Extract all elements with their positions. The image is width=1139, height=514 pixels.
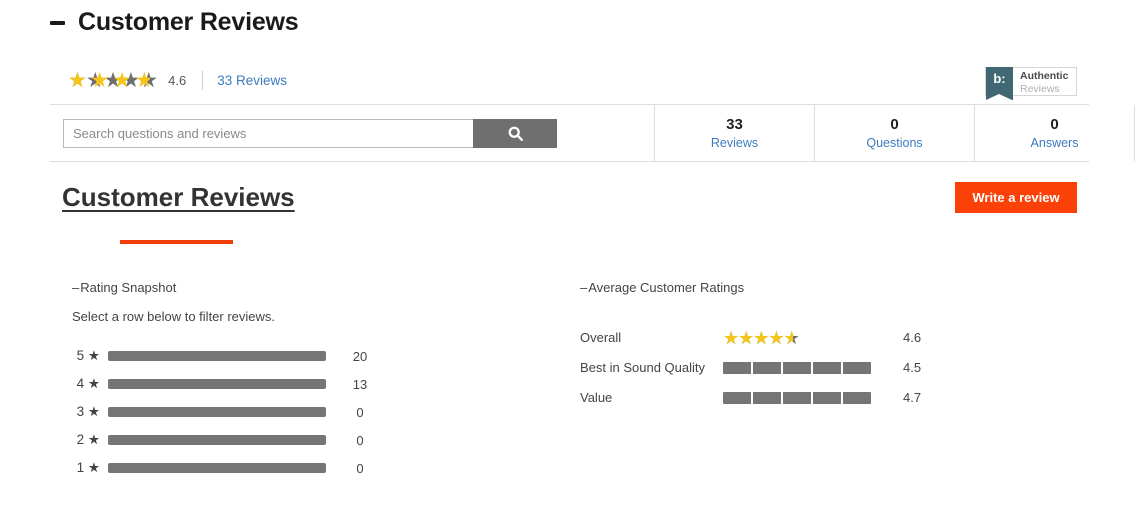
search-form [63, 118, 557, 148]
star-rating: ★ ★ ★ ★ ★ ★★★★★ [723, 327, 800, 348]
stat-label: Answers [1030, 135, 1079, 150]
histogram-row[interactable]: 4 ★ 13 [72, 370, 402, 398]
average-ratings-list: Overall ★ ★ ★ ★ ★ ★★★★★ 4.6 Best in Sound Qualit… [580, 323, 980, 412]
search-stats-bar: 33 Reviews 0 Questions 0 Answers [50, 104, 1135, 162]
rating-snapshot: –Rating Snapshot Select a row below to f… [72, 280, 402, 482]
badge-line-1: Authentic [1020, 70, 1069, 83]
segmented-bar-track [723, 391, 871, 404]
authentic-reviews-badge: b: Authentic Reviews [985, 67, 1078, 100]
badge-text: Authentic Reviews [1013, 68, 1076, 95]
average-ratings-heading[interactable]: –Average Customer Ratings [580, 280, 980, 295]
average-rating-meter [723, 361, 871, 374]
histogram-row-count: 0 [356, 404, 364, 420]
divider [202, 70, 204, 90]
histogram-bar-track [108, 379, 326, 389]
collapse-dash-icon: – [72, 280, 80, 295]
stat-label: Questions [866, 135, 923, 150]
page-title: Customer Reviews [78, 8, 299, 36]
histogram-row[interactable]: 3 ★ 0 [72, 398, 402, 426]
histogram-row-label: 1 ★ [76, 460, 100, 475]
histogram-row-label: 5 ★ [76, 348, 100, 363]
average-rating-row: Value 4.7 [580, 383, 980, 412]
segmented-bar-dividers [723, 391, 871, 404]
segmented-bar-dividers [723, 361, 871, 374]
search-input[interactable] [63, 118, 473, 148]
histogram-row-label: 3 ★ [76, 404, 100, 419]
histogram-row-count: 0 [356, 432, 364, 448]
average-rating-score: 4.5 [903, 360, 922, 375]
histogram-row-label: 2 ★ [76, 432, 100, 447]
search-icon [508, 126, 523, 141]
average-rating-label: Value [580, 390, 613, 405]
search-button[interactable] [473, 118, 557, 148]
average-rating-label: Overall [580, 330, 622, 345]
average-rating-meter [723, 391, 871, 404]
histogram-row[interactable]: 5 ★ 20 [72, 342, 402, 370]
stat-count: 33 [726, 115, 743, 133]
badge-line-2: Reviews [1020, 82, 1060, 95]
reviews-count-link[interactable]: 33 Reviews [217, 73, 287, 88]
section-header[interactable]: Customer Reviews [50, 8, 299, 37]
histogram-bar-track [108, 407, 326, 417]
rating-summary: ★ ★ ★ ★ ★ ★ ★ ★ ★ ★ 4.6 33 Reviews [68, 69, 287, 91]
collapse-dash-icon: – [580, 280, 588, 295]
bazaarvoice-logo-icon: b: [986, 67, 1013, 100]
histogram-bar-track [108, 435, 326, 445]
histogram-row-count: 13 [352, 376, 368, 392]
stat-reviews[interactable]: 33 Reviews [654, 105, 814, 161]
average-rating-row: Best in Sound Quality 4.5 [580, 353, 980, 382]
histogram-row[interactable]: 1 ★ 0 [72, 454, 402, 482]
average-rating-label: Best in Sound Quality [580, 360, 706, 375]
write-a-review-button[interactable]: Write a review [955, 182, 1077, 213]
histogram-bar-track [108, 463, 326, 473]
stat-count: 0 [890, 115, 899, 133]
star-icon: ★ [753, 327, 769, 348]
segmented-bar-track [723, 361, 871, 374]
histogram-row-count: 20 [352, 348, 368, 364]
heading-accent-bar [120, 240, 233, 244]
stats-group: 33 Reviews 0 Questions 0 Answers [654, 105, 1135, 161]
stat-count: 0 [1050, 115, 1059, 133]
histogram-row[interactable]: 2 ★ 0 [72, 426, 402, 454]
average-rating-value: 4.6 [168, 72, 187, 88]
average-rating-score: 4.7 [903, 390, 922, 405]
rating-snapshot-hint: Select a row below to filter reviews. [72, 309, 276, 324]
star-icon: ★ [738, 327, 754, 348]
summary-star-rating: ★ ★ ★ ★ ★ ★ ★ ★ ★ ★ [68, 68, 158, 92]
star-icon: ★ [783, 327, 800, 348]
star-icon: ★ [68, 68, 87, 92]
stat-questions[interactable]: 0 Questions [814, 105, 974, 161]
stat-label: Reviews [710, 135, 759, 150]
customer-reviews-page: Customer Reviews ★ ★ ★ ★ ★ ★ ★ ★ ★ ★ 4.6… [0, 0, 1139, 514]
star-icon: ★ [121, 68, 140, 92]
rating-snapshot-heading[interactable]: –Rating Snapshot [72, 280, 402, 295]
average-rating-row: Overall ★ ★ ★ ★ ★ ★★★★★ 4.6 [580, 323, 980, 352]
star-icon: ★ [768, 327, 784, 348]
histogram-row-label: 4 ★ [76, 376, 100, 391]
star-icon: ★ [139, 68, 158, 92]
rating-snapshot-heading-label: Rating Snapshot [80, 280, 177, 295]
average-rating-stars: ★ ★ ★ ★ ★ ★★★★★ [723, 329, 871, 347]
rating-histogram: 5 ★ 20 4 ★ 13 3 ★ 0 2 ★ 0 1 ★ 0 [72, 342, 402, 482]
stat-answers[interactable]: 0 Answers [974, 105, 1135, 161]
histogram-bar-track [108, 351, 326, 361]
customer-reviews-heading[interactable]: Customer Reviews [62, 182, 295, 213]
average-customer-ratings: –Average Customer Ratings Overall ★ ★ ★ ★ ★ ★★… [580, 280, 980, 413]
star-icon: ★ [723, 327, 739, 348]
average-ratings-heading-label: Average Customer Ratings [588, 280, 745, 295]
star-icon: ★ [103, 68, 123, 92]
average-rating-score: 4.6 [903, 330, 922, 345]
histogram-row-count: 0 [356, 460, 364, 476]
minus-icon[interactable] [50, 20, 65, 25]
star-icon: ★ [85, 68, 105, 92]
